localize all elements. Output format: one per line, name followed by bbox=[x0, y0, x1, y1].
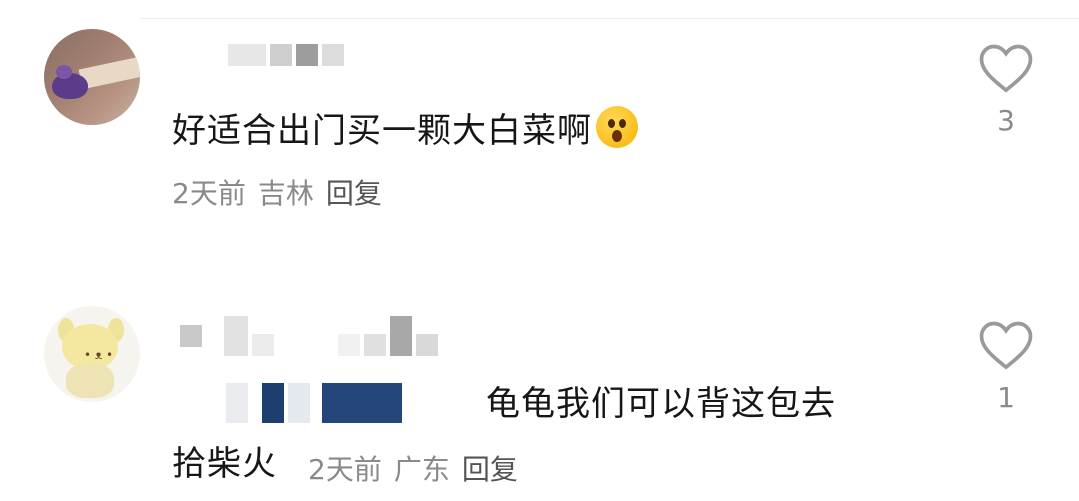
top-divider bbox=[140, 18, 1079, 19]
heart-icon[interactable] bbox=[976, 319, 1036, 375]
astonished-face-icon bbox=[596, 106, 638, 148]
comment-text-line-2: 拾柴火 bbox=[172, 444, 277, 484]
badge-blurred bbox=[226, 383, 402, 423]
like-count: 3 bbox=[997, 104, 1015, 137]
reply-button[interactable]: 回复 bbox=[326, 177, 382, 210]
like-control[interactable]: 1 bbox=[976, 319, 1036, 414]
like-count: 1 bbox=[997, 381, 1015, 414]
comment-time: 2天前 bbox=[308, 453, 382, 486]
comment-meta: 2天前 吉林 回复 bbox=[172, 172, 394, 212]
heart-icon[interactable] bbox=[976, 42, 1036, 98]
like-control[interactable]: 3 bbox=[976, 42, 1036, 137]
comment-time: 2天前 bbox=[172, 177, 246, 210]
comment-text: 好适合出门买一颗大白菜啊 bbox=[172, 106, 638, 151]
comment-location: 广东 bbox=[393, 453, 450, 486]
comment-location: 吉林 bbox=[257, 177, 314, 210]
reply-button[interactable]: 回复 bbox=[462, 453, 518, 486]
username-blurred[interactable] bbox=[228, 44, 344, 66]
comment-text-content: 好适合出门买一颗大白菜啊 bbox=[172, 111, 592, 151]
comment-meta: 2天前 广东 回复 bbox=[308, 448, 530, 488]
avatar[interactable]: • ᴥ • bbox=[44, 306, 140, 402]
username-blurred[interactable] bbox=[180, 316, 438, 356]
comment-text-line-1: 龟龟我们可以背这包去 bbox=[486, 384, 836, 424]
avatar[interactable] bbox=[44, 29, 140, 125]
